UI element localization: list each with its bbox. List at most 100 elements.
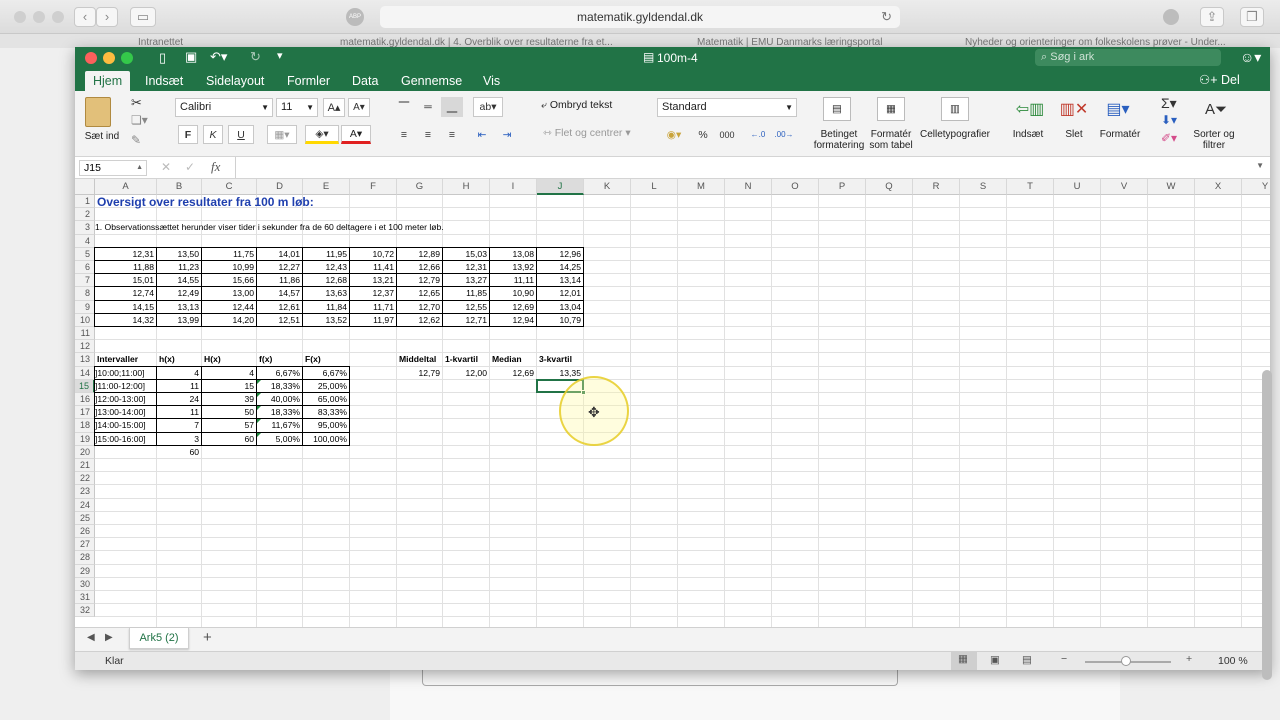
window-minimize-button[interactable]: [103, 52, 115, 64]
save-icon[interactable]: ▣: [185, 49, 197, 65]
row-header[interactable]: 9: [75, 300, 95, 314]
row-header[interactable]: 31: [75, 591, 95, 605]
sort-filter-icon[interactable]: A⏷: [1199, 97, 1233, 121]
download-icon[interactable]: [1163, 9, 1179, 25]
format-table-label[interactable]: Formatér som tabel: [865, 129, 917, 151]
italic-button[interactable]: K: [203, 125, 223, 144]
sidebar-icon[interactable]: ▭: [130, 7, 156, 27]
increase-indent-icon[interactable]: ⇥: [496, 125, 518, 145]
row-header[interactable]: 13: [75, 353, 95, 367]
column-header[interactable]: C: [202, 179, 257, 195]
borders-icon[interactable]: ▦▾: [267, 125, 297, 144]
row-header[interactable]: 11: [75, 327, 95, 341]
align-right-icon[interactable]: ≡: [441, 125, 463, 145]
redo-icon[interactable]: ↻: [250, 49, 261, 65]
row-header[interactable]: 27: [75, 538, 95, 552]
tabs-icon[interactable]: ❐: [1240, 7, 1264, 27]
row-header[interactable]: 6: [75, 261, 95, 275]
column-header[interactable]: A: [95, 179, 157, 195]
format-cells-label[interactable]: Formatér: [1095, 129, 1145, 140]
prev-sheet-icon[interactable]: ◀: [87, 632, 95, 643]
row-header[interactable]: 32: [75, 604, 95, 618]
column-header[interactable]: P: [819, 179, 866, 195]
forward-button[interactable]: ›: [96, 7, 118, 27]
row-header[interactable]: 2: [75, 208, 95, 222]
align-bottom-icon[interactable]: ⎽: [441, 97, 463, 117]
error-indicator-icon[interactable]: [257, 432, 261, 437]
align-center-icon[interactable]: ≡: [417, 125, 439, 145]
column-header[interactable]: X: [1195, 179, 1242, 195]
row-header[interactable]: 10: [75, 313, 95, 327]
row-header[interactable]: 25: [75, 511, 95, 525]
adblock-icon[interactable]: ABP: [346, 8, 364, 26]
row-header[interactable]: 28: [75, 551, 95, 565]
search-field[interactable]: ⌕ Søg i ark: [1035, 49, 1221, 66]
column-header[interactable]: I: [490, 179, 537, 195]
customize-toolbar-icon[interactable]: ▾: [277, 49, 283, 62]
row-header[interactable]: 23: [75, 485, 95, 499]
cell-styles-icon[interactable]: ▥: [941, 97, 969, 121]
insert-cells-icon[interactable]: ⇦▥: [1013, 97, 1047, 121]
expand-formula-icon[interactable]: ▼: [1256, 161, 1264, 170]
font-name-select[interactable]: Calibri ▼: [175, 98, 273, 117]
error-indicator-icon[interactable]: [257, 406, 261, 411]
row-header[interactable]: 8: [75, 287, 95, 301]
column-header[interactable]: V: [1101, 179, 1148, 195]
row-header[interactable]: 12: [75, 340, 95, 354]
align-top-icon[interactable]: ⎺: [393, 97, 415, 117]
select-all-corner[interactable]: [75, 179, 95, 195]
reload-icon[interactable]: ↻: [881, 6, 892, 28]
tab-hjem[interactable]: Hjem: [85, 71, 131, 91]
column-header[interactable]: M: [678, 179, 725, 195]
page-scrollbar[interactable]: [1262, 370, 1272, 680]
row-header[interactable]: 30: [75, 577, 95, 591]
url-bar[interactable]: matematik.gyldendal.dk ↻: [380, 6, 900, 28]
column-header[interactable]: F: [350, 179, 397, 195]
row-header[interactable]: 14: [75, 366, 95, 380]
name-box[interactable]: J15 ▲: [79, 160, 147, 176]
window-zoom-button[interactable]: [121, 52, 133, 64]
normal-view-icon[interactable]: ▦: [951, 652, 977, 670]
conditional-format-icon[interactable]: ▤: [823, 97, 851, 121]
cell-styles-label[interactable]: Celletypografier: [917, 129, 993, 140]
row-header[interactable]: 16: [75, 393, 95, 407]
bold-button[interactable]: F: [178, 125, 198, 144]
error-indicator-icon[interactable]: [257, 393, 261, 397]
row-header[interactable]: 21: [75, 459, 95, 473]
fill-icon[interactable]: ⬇▾: [1161, 113, 1177, 127]
delete-cells-label[interactable]: Slet: [1055, 129, 1093, 140]
row-header[interactable]: 15: [75, 379, 95, 393]
row-header[interactable]: 4: [75, 234, 95, 248]
zoom-out-icon[interactable]: −: [1061, 653, 1067, 665]
back-button[interactable]: ‹: [74, 7, 96, 27]
sort-filter-label[interactable]: Sorter og filtrer: [1191, 129, 1237, 151]
row-header[interactable]: 19: [75, 432, 95, 446]
row-header[interactable]: 1: [75, 195, 95, 209]
zoom-dot[interactable]: [52, 11, 64, 23]
error-indicator-icon[interactable]: [257, 419, 261, 424]
next-sheet-icon[interactable]: ▶: [105, 632, 113, 643]
row-header[interactable]: 24: [75, 498, 95, 512]
underline-button[interactable]: U: [228, 125, 254, 144]
column-header[interactable]: N: [725, 179, 772, 195]
align-left-icon[interactable]: ≡: [393, 125, 415, 145]
tab-vis[interactable]: Vis: [475, 71, 508, 91]
column-header[interactable]: U: [1054, 179, 1101, 195]
row-header[interactable]: 22: [75, 472, 95, 486]
format-painter-icon[interactable]: ✎: [131, 133, 141, 147]
column-header[interactable]: L: [631, 179, 678, 195]
increase-font-icon[interactable]: A▴: [323, 98, 345, 117]
paste-label[interactable]: Sæt ind: [79, 131, 125, 142]
align-middle-icon[interactable]: ═: [417, 97, 439, 117]
zoom-slider-thumb[interactable]: [1121, 656, 1131, 666]
column-header[interactable]: B: [157, 179, 202, 195]
tab-sidelayout[interactable]: Sidelayout: [198, 71, 272, 91]
font-size-select[interactable]: 11 ▼: [276, 98, 318, 117]
window-close-button[interactable]: [85, 52, 97, 64]
minimize-dot[interactable]: [33, 11, 45, 23]
column-header[interactable]: Y: [1242, 179, 1270, 195]
percent-button[interactable]: %: [693, 125, 713, 144]
clear-icon[interactable]: ✐▾: [1161, 131, 1177, 145]
decrease-decimal-icon[interactable]: .00→: [773, 125, 795, 144]
format-table-icon[interactable]: ▦: [877, 97, 905, 121]
